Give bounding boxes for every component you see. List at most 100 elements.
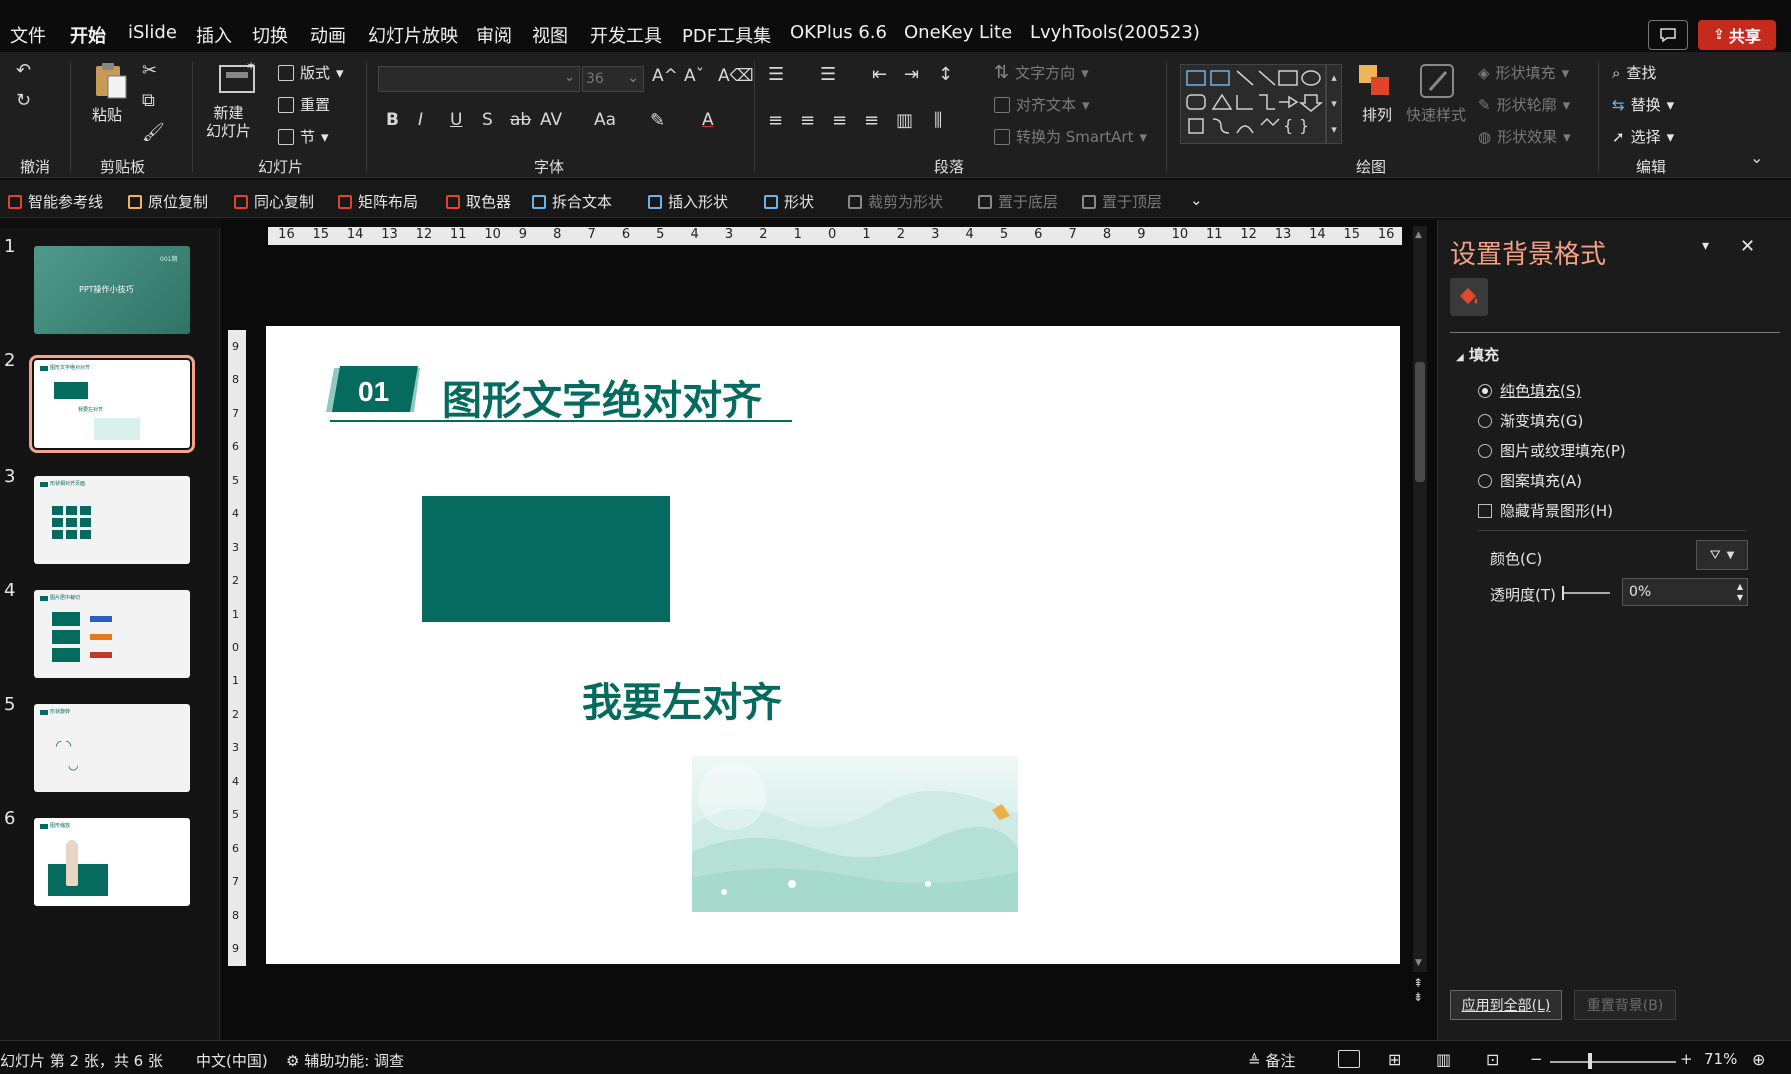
- notes-button[interactable]: ≜ 备注: [1248, 1050, 1295, 1071]
- align-right-icon[interactable]: ≡: [832, 110, 847, 131]
- quick-styles-button[interactable]: 快速样式: [1406, 104, 1466, 125]
- zoom-slider[interactable]: [1550, 1061, 1676, 1063]
- menu-tab-2[interactable]: iSlide: [128, 22, 177, 43]
- select-button[interactable]: ➚ 选择 ▾: [1612, 126, 1674, 147]
- islide-tool-4[interactable]: 取色器: [446, 191, 511, 212]
- color-picker-button[interactable]: ⛛ ▼: [1696, 540, 1748, 570]
- new-slide-button[interactable]: 新建 幻灯片: [206, 104, 251, 140]
- landscape-image[interactable]: [692, 756, 1018, 912]
- char-spacing-icon[interactable]: AV: [540, 110, 562, 130]
- menu-tab-5[interactable]: 动画: [310, 22, 346, 48]
- align-text-button[interactable]: 对齐文本 ▾: [994, 94, 1090, 115]
- highlight-icon[interactable]: ✎: [650, 110, 665, 131]
- new-slide-icon[interactable]: ✶: [218, 59, 258, 96]
- font-color-icon[interactable]: A: [702, 110, 714, 130]
- slide-sorter-icon[interactable]: ⊞: [1388, 1050, 1401, 1069]
- transparency-slider-handle[interactable]: [1562, 586, 1564, 600]
- menu-tab-11[interactable]: OKPlus 6.6: [790, 22, 887, 43]
- vertical-scrollbar[interactable]: ▲ ▼: [1413, 226, 1427, 972]
- page-nav-buttons[interactable]: ⇞ ⇟: [1413, 976, 1423, 1004]
- hide-bg-checkbox[interactable]: [1478, 504, 1492, 518]
- line-spacing-icon[interactable]: ↕: [938, 64, 953, 85]
- arrange-button[interactable]: 排列: [1362, 104, 1392, 125]
- replace-button[interactable]: ⇆ 替换 ▾: [1612, 94, 1674, 115]
- align-center-icon[interactable]: ≡: [800, 110, 815, 131]
- distributed-icon[interactable]: ▥: [896, 110, 913, 131]
- thumbnail-slide-4[interactable]: 图片居中裁切: [34, 590, 190, 678]
- comments-button[interactable]: [1648, 20, 1688, 50]
- pane-options-icon[interactable]: ▾: [1702, 238, 1709, 254]
- fit-to-window-icon[interactable]: ⊕: [1752, 1050, 1765, 1069]
- slide-number[interactable]: 01: [358, 376, 389, 408]
- close-icon[interactable]: ✕: [1740, 236, 1755, 257]
- arrange-icon[interactable]: [1356, 62, 1396, 102]
- font-name-select[interactable]: ⌄: [378, 66, 580, 92]
- slide-canvas[interactable]: 01 图形文字绝对对齐 我要左对齐: [266, 326, 1400, 964]
- islide-tool-8[interactable]: 裁剪为形状: [848, 191, 943, 212]
- shapes-more-button[interactable]: ▴ ▾ ▾: [1326, 64, 1342, 144]
- thumbnail-slide-3[interactable]: 形状相对齐页面: [34, 476, 190, 564]
- shape-effects-button[interactable]: ◍ 形状效果 ▾: [1478, 126, 1571, 147]
- left-align-text[interactable]: 我要左对齐: [582, 670, 782, 728]
- menu-tab-13[interactable]: LvyhTools(200523): [1030, 22, 1200, 43]
- scroll-thumb[interactable]: [1415, 362, 1425, 482]
- reset-button[interactable]: 重置: [278, 94, 330, 115]
- shape-outline-button[interactable]: ✎ 形状轮廓 ▾: [1478, 94, 1570, 115]
- justify-icon[interactable]: ≡: [864, 110, 879, 131]
- fill-section-header[interactable]: ◢ 填充: [1456, 344, 1499, 365]
- bold-icon[interactable]: B: [386, 110, 399, 130]
- apply-to-all-button[interactable]: 应用到全部(L): [1450, 990, 1562, 1020]
- islide-tool-3[interactable]: 矩阵布局: [338, 191, 418, 212]
- menu-tab-9[interactable]: 开发工具: [590, 22, 662, 48]
- font-size-select[interactable]: 36 ⌄: [582, 66, 644, 92]
- increase-indent-icon[interactable]: ⇥: [904, 64, 919, 85]
- green-rectangle[interactable]: [422, 496, 670, 622]
- picture-fill-label[interactable]: 图片或纹理填充(P): [1500, 440, 1626, 461]
- italic-icon[interactable]: I: [418, 110, 423, 130]
- shrink-font-icon[interactable]: Aˇ: [684, 66, 704, 86]
- redo-icon[interactable]: ↻: [16, 90, 31, 111]
- bullets-icon[interactable]: ☰: [768, 64, 784, 85]
- decrease-indent-icon[interactable]: ⇤: [872, 64, 887, 85]
- thumbnail-slide-5[interactable]: 形状旋转 ◜ ◝ ◡: [34, 704, 190, 792]
- zoom-in-icon[interactable]: +: [1680, 1050, 1693, 1068]
- quick-styles-icon[interactable]: [1418, 62, 1458, 102]
- grow-font-icon[interactable]: A^: [652, 66, 678, 86]
- convert-smartart-button[interactable]: 转换为 SmartArt ▾: [994, 126, 1147, 147]
- transparency-input[interactable]: 0% ▲ ▼: [1622, 578, 1748, 606]
- thumbnail-slide-2[interactable]: 图形文字绝对对齐 我要左对齐: [29, 355, 195, 453]
- language-indicator[interactable]: 中文(中国): [196, 1050, 268, 1071]
- islide-tool-10[interactable]: 置于顶层: [1082, 191, 1162, 212]
- columns-icon[interactable]: ⫼: [934, 110, 942, 131]
- underline-icon[interactable]: U: [450, 110, 462, 130]
- menu-tab-7[interactable]: 审阅: [476, 22, 512, 48]
- reading-view-icon[interactable]: ▥: [1436, 1050, 1451, 1069]
- paste-button[interactable]: [90, 60, 130, 100]
- pattern-fill-label[interactable]: 图案填充(A): [1500, 470, 1582, 491]
- islide-tool-6[interactable]: 插入形状: [648, 191, 728, 212]
- collapse-ribbon-icon[interactable]: ⌄: [1750, 148, 1763, 167]
- islide-tool-0[interactable]: 智能参考线: [8, 191, 103, 212]
- share-button[interactable]: ⇪ 共享: [1698, 20, 1776, 50]
- radio-pattern-fill[interactable]: [1478, 474, 1492, 488]
- toolbar-more-icon[interactable]: ⌄: [1190, 191, 1203, 209]
- strikethrough-icon[interactable]: ab: [510, 110, 531, 130]
- menu-tab-1[interactable]: 开始: [70, 22, 106, 56]
- cut-icon[interactable]: ✂: [142, 60, 157, 81]
- clear-format-icon[interactable]: A⌫: [718, 66, 754, 86]
- menu-tab-8[interactable]: 视图: [532, 22, 568, 48]
- islide-tool-7[interactable]: 形状: [764, 191, 814, 212]
- thumbnail-slide-6[interactable]: 图形缩放: [34, 818, 190, 906]
- numbering-icon[interactable]: ☰: [820, 64, 836, 85]
- fill-tab[interactable]: [1450, 278, 1488, 316]
- zoom-level[interactable]: 71%: [1704, 1050, 1737, 1068]
- layout-button[interactable]: 版式 ▾: [278, 62, 344, 83]
- radio-solid-fill[interactable]: [1478, 384, 1492, 398]
- islide-tool-1[interactable]: 原位复制: [128, 191, 208, 212]
- zoom-out-icon[interactable]: −: [1530, 1050, 1543, 1068]
- transparency-slider[interactable]: [1562, 592, 1610, 594]
- section-button[interactable]: 节 ▾: [278, 126, 329, 147]
- reset-background-button[interactable]: 重置背景(B): [1574, 990, 1676, 1020]
- radio-picture-fill[interactable]: [1478, 444, 1492, 458]
- radio-gradient-fill[interactable]: [1478, 414, 1492, 428]
